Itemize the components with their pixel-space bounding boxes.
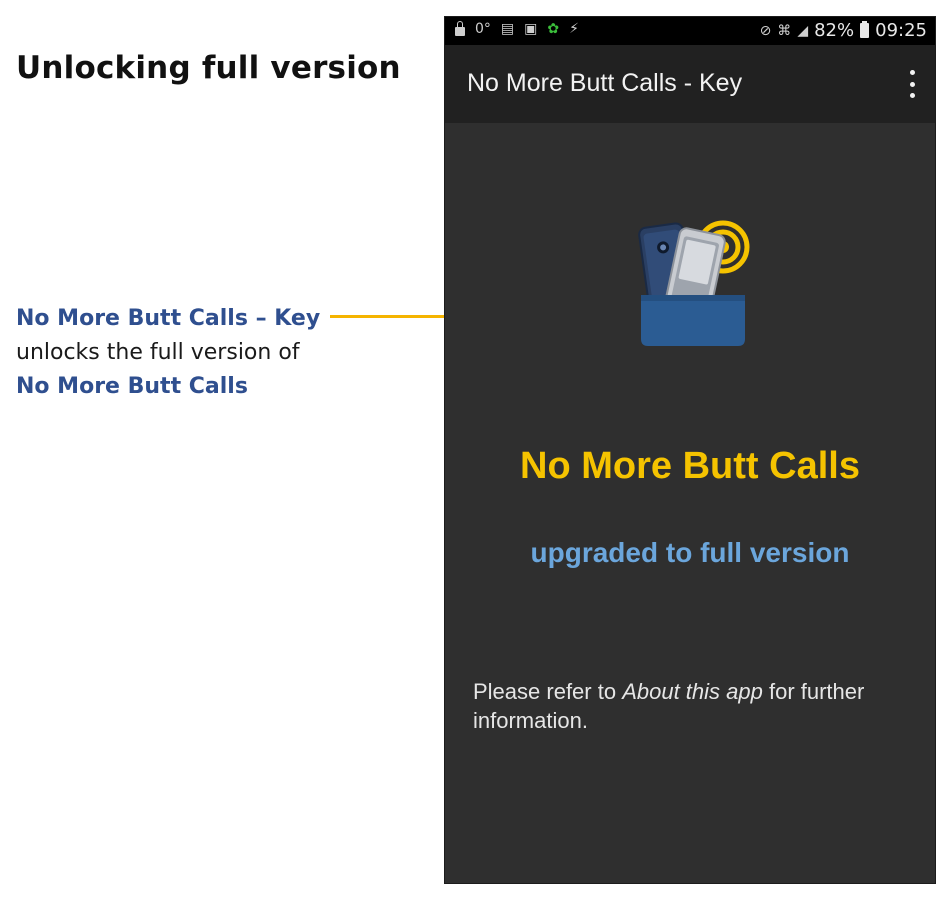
battery-icon	[860, 21, 870, 38]
bolt-icon: ⚡︎	[569, 21, 579, 37]
sim-icon: ▤	[500, 21, 515, 37]
android-icon: ✿	[547, 21, 560, 37]
phones-in-pocket-icon	[638, 220, 750, 346]
upgrade-status-text: upgraded to full version	[530, 537, 850, 568]
overflow-menu-icon[interactable]	[905, 70, 919, 98]
info-paragraph: Please refer to About this app for furth…	[473, 677, 903, 735]
about-app-link-text: About this app	[622, 679, 763, 704]
menu-dot	[909, 93, 915, 98]
callout-text: No More Butt Calls – Key unlocks the ful…	[16, 302, 336, 404]
clock-time: 09:25	[875, 20, 927, 41]
app-name-heading: No More Butt Calls	[520, 445, 860, 487]
gallery-icon: ▣	[524, 21, 538, 37]
callout-key-name: No More Butt Calls – Key	[16, 306, 321, 331]
info-prefix: Please refer to	[473, 679, 623, 704]
battery-percent: 82%	[814, 20, 855, 41]
menu-dot	[909, 70, 915, 75]
app-bar-title: No More Butt Calls - Key	[467, 69, 743, 97]
callout-app-name: No More Butt Calls	[16, 374, 248, 399]
temperature-text: 0°	[475, 21, 491, 37]
page: Unlocking full version No More Butt Call…	[0, 0, 952, 900]
menu-dot	[909, 81, 915, 87]
signal-icon: ◢	[797, 22, 809, 39]
callout-description: unlocks the full version of	[16, 340, 300, 365]
status-left-icons: 0° ▤ ▣ ✿ ⚡︎	[455, 21, 579, 37]
lock-icon	[455, 21, 465, 36]
phone-screen: 0° ▤ ▣ ✿ ⚡︎ ⊘ ⌘ ◢ 82% 09:25 No More Butt…	[444, 16, 936, 884]
status-right-icons: ⊘ ⌘ ◢ 82% 09:25	[760, 20, 927, 41]
slide-title: Unlocking full version	[16, 50, 401, 86]
mute-icon: ⊘	[759, 22, 772, 39]
status-bar: 0° ▤ ▣ ✿ ⚡︎ ⊘ ⌘ ◢ 82% 09:25	[445, 17, 935, 45]
wifi-icon: ⌘	[777, 22, 792, 39]
app-bar: No More Butt Calls - Key	[445, 45, 935, 123]
